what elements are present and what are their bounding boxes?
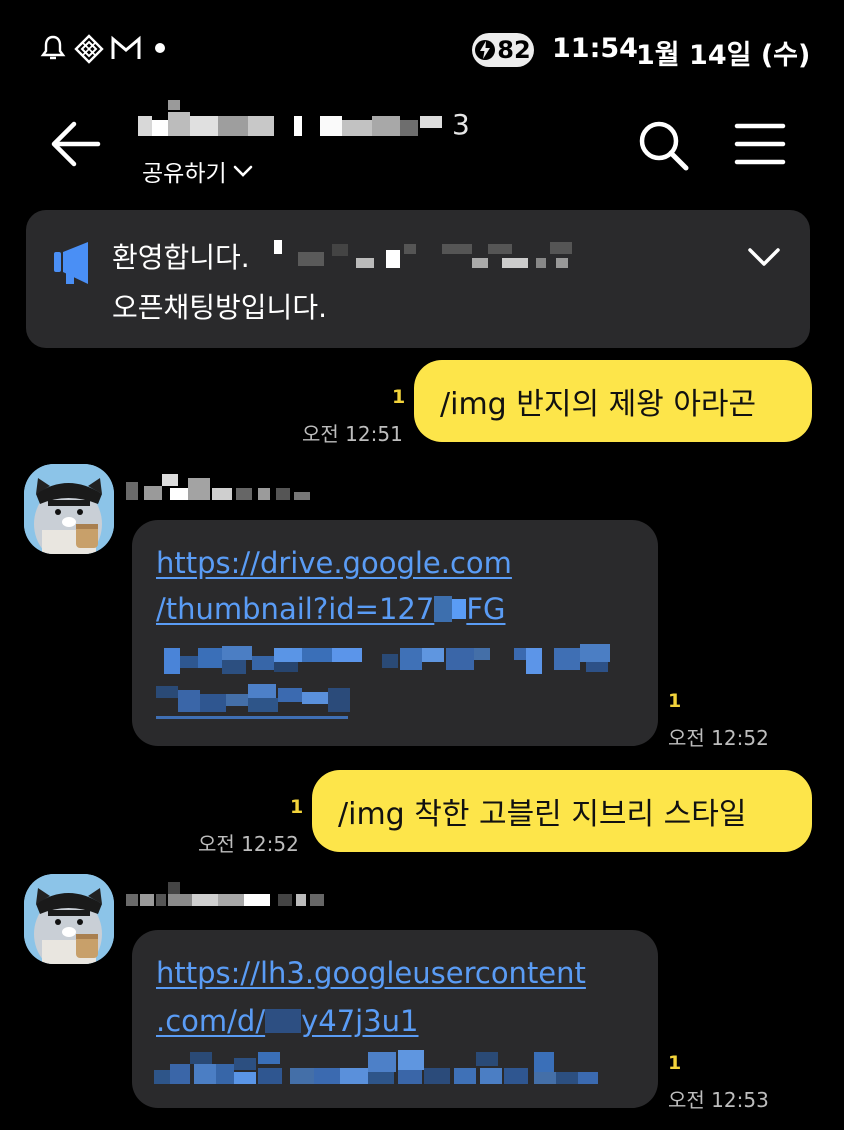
unread-count: 1 bbox=[668, 690, 682, 712]
link-line-2[interactable]: /thumbnail?id=127 FG bbox=[156, 592, 506, 626]
message-text: /img 착한 고블린 지브리 스타일 bbox=[338, 797, 747, 832]
bear-character-avatar bbox=[24, 874, 114, 964]
link-line-1[interactable]: https://drive.google.com bbox=[156, 546, 512, 580]
received-message-bubble[interactable]: https://drive.google.com /thumbnail?id=1… bbox=[132, 520, 658, 746]
chevron-down-icon[interactable] bbox=[746, 242, 782, 272]
link-line-2[interactable]: .com/d/y47j3u1 bbox=[156, 1004, 419, 1038]
redacted-segment bbox=[265, 1009, 302, 1033]
battery-level: 82 bbox=[497, 36, 531, 64]
redacted-segment bbox=[452, 599, 467, 619]
notice-line-1: 환영합니다. bbox=[112, 241, 250, 274]
link-line-2-end: y47j3u1 bbox=[301, 1004, 419, 1038]
avatar[interactable] bbox=[24, 464, 114, 554]
share-label: 공유하기 bbox=[142, 161, 227, 187]
unread-count: 1 bbox=[668, 1052, 682, 1074]
charging-bolt-icon bbox=[475, 40, 496, 60]
gmail-icon bbox=[111, 35, 141, 59]
message-time: 오전 12:52 bbox=[198, 832, 299, 856]
link-redacted-pixels bbox=[156, 644, 610, 719]
bear-character-avatar bbox=[24, 464, 114, 554]
date: 1월 14일 (수) bbox=[636, 40, 811, 71]
sender-name-redacted bbox=[126, 882, 324, 906]
dot-icon bbox=[155, 43, 165, 53]
my-message-bubble[interactable]: /img 반지의 제왕 아라곤 bbox=[414, 360, 812, 442]
link-redacted-pixels bbox=[154, 1050, 598, 1084]
battery-indicator: 82 bbox=[472, 33, 534, 67]
share-dropdown[interactable]: 공유하기 bbox=[142, 154, 255, 188]
message-time: 오전 12:51 bbox=[302, 422, 403, 446]
link-line-2-start: .com/d/ bbox=[156, 1004, 266, 1038]
megaphone-icon bbox=[54, 242, 88, 284]
back-arrow-icon[interactable] bbox=[48, 118, 102, 170]
unread-count: 1 bbox=[290, 796, 304, 818]
menu-icon[interactable] bbox=[734, 122, 786, 166]
message-text: /img 반지의 제왕 아라곤 bbox=[440, 387, 757, 422]
received-message-bubble[interactable]: https://lh3.googleusercontent .com/d/y47… bbox=[132, 930, 658, 1108]
link-line-2-start: /thumbnail?id=127 bbox=[156, 592, 435, 626]
member-count: 3 bbox=[452, 108, 470, 141]
message-time: 오전 12:52 bbox=[668, 726, 769, 750]
unread-count: 1 bbox=[392, 386, 406, 408]
notice-line-2: 오픈채팅방입니다. bbox=[112, 291, 327, 324]
chevron-down-icon bbox=[233, 165, 252, 177]
notice-banner[interactable]: 환영합니다. 오픈채팅방입니다. bbox=[26, 210, 810, 348]
link-line-1[interactable]: https://lh3.googleusercontent bbox=[156, 956, 586, 990]
my-message-bubble[interactable]: /img 착한 고블린 지브리 스타일 bbox=[312, 770, 812, 852]
bell-icon bbox=[40, 35, 66, 60]
redacted-segment bbox=[434, 596, 453, 622]
chat-title-redacted[interactable] bbox=[138, 100, 443, 152]
search-icon[interactable] bbox=[636, 118, 692, 174]
clock: 11:54 bbox=[552, 33, 638, 64]
sender-name-redacted bbox=[126, 474, 310, 500]
avatar[interactable] bbox=[24, 874, 114, 964]
status-bar: 82 11:54 1월 14일 (수) bbox=[0, 0, 844, 100]
message-time: 오전 12:53 bbox=[668, 1088, 769, 1112]
link-line-2-end: FG bbox=[466, 592, 506, 626]
notice-redacted-text bbox=[274, 240, 572, 268]
app-diamond-icon bbox=[74, 34, 104, 64]
